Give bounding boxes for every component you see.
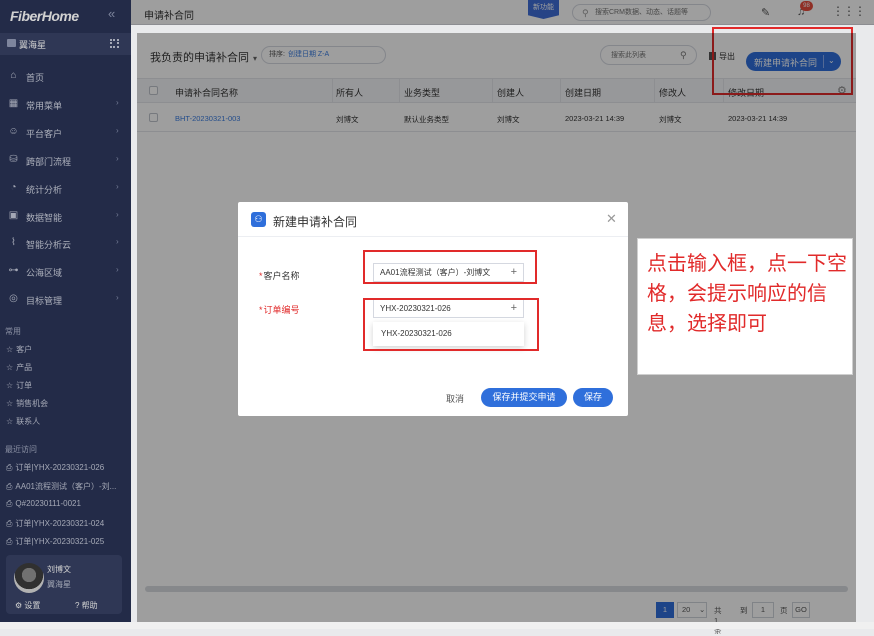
save-and-submit-button[interactable]: 保存并提交申请 [481, 388, 567, 407]
annotation-text: 点击输入框，点一下空格，会提示响应的信息，选择即可 [647, 253, 847, 335]
order-label: *订单编号 [259, 303, 300, 316]
contract-icon: ⚇ [251, 212, 266, 227]
save-button[interactable]: 保存 [573, 388, 613, 407]
modal-mask-topbar [131, 0, 874, 25]
customer-label-text: 客户名称 [263, 271, 300, 281]
required-mark: * [259, 305, 263, 315]
order-label-text: 订单编号 [263, 305, 300, 315]
highlight-box-order [363, 298, 539, 351]
close-icon[interactable]: ✕ [606, 211, 617, 227]
highlight-box-customer [363, 250, 537, 284]
required-mark: * [259, 271, 263, 281]
customer-label: *客户名称 [259, 269, 300, 282]
dialog-header: ⚇ 新建申请补合同 ✕ [238, 202, 628, 237]
modal-mask-sidebar [0, 0, 131, 629]
cancel-button[interactable]: 取消 [446, 392, 464, 405]
bottom-strip [0, 622, 874, 629]
dialog-title: 新建申请补合同 [273, 215, 358, 229]
annotation-callout: 点击输入框，点一下空格，会提示响应的信息，选择即可 [637, 238, 853, 375]
